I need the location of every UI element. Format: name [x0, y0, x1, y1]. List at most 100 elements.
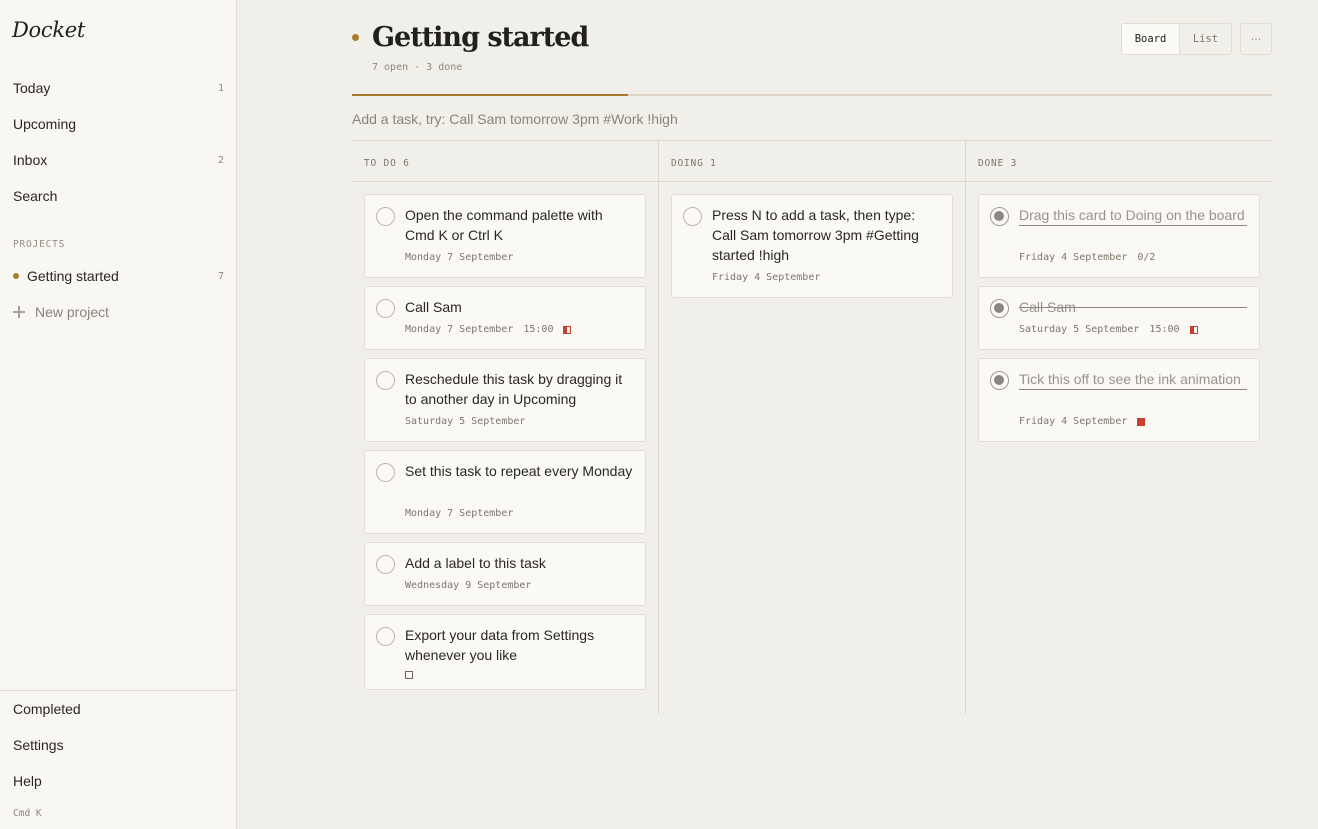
nav-item-search[interactable]: Search: [0, 181, 236, 211]
task-date: Saturday 5 September: [405, 416, 526, 427]
task-meta: Friday 4 September: [712, 272, 820, 283]
task-card[interactable]: Add a label to this task Wednesday 9 Sep…: [364, 542, 646, 606]
priority-high-icon: [1137, 417, 1146, 426]
task-title: Tick this off to see the ink animation: [1019, 371, 1241, 387]
task-checkbox[interactable]: [683, 207, 702, 226]
add-task-input[interactable]: [352, 108, 1272, 130]
task-title: Drag this card to Doing on the board: [1019, 207, 1245, 223]
nav-item-label: Upcoming: [13, 116, 77, 132]
task-date: Friday 4 September: [1019, 416, 1128, 427]
task-card[interactable]: Reschedule this task by dragging it to a…: [364, 358, 646, 442]
nav-item-today[interactable]: Today 1: [0, 73, 236, 103]
task-date: Monday 7 September: [405, 324, 514, 335]
task-checkbox[interactable]: [376, 371, 395, 390]
nav-item-label: Settings: [13, 737, 64, 753]
task-date: Friday 4 September: [1019, 252, 1128, 263]
task-checkbox-checked[interactable]: [990, 207, 1009, 226]
task-title: Reschedule this task by dragging it to a…: [405, 371, 623, 407]
task-title: Call Sam: [405, 299, 462, 315]
task-date: Saturday 5 September: [1019, 324, 1140, 335]
task-card-done[interactable]: Tick this off to see the ink animation F…: [978, 358, 1260, 442]
new-project-button[interactable]: New project: [0, 297, 236, 327]
task-checkbox[interactable]: [376, 555, 395, 574]
nav-item-help[interactable]: Help: [0, 766, 236, 796]
column-header-doing: DOING 1: [671, 158, 717, 169]
task-card[interactable]: Set this task to repeat every Monday Mon…: [364, 450, 646, 534]
task-card[interactable]: Press N to add a task, then type: Call S…: [671, 194, 953, 298]
task-meta: Wednesday 9 September: [405, 580, 531, 591]
task-card-done[interactable]: Call Sam Saturday 5 September 15:00: [978, 286, 1260, 350]
sidebar: Docket Today 1 Upcoming Inbox 2 Search P…: [0, 0, 237, 829]
task-date: Wednesday 9 September: [405, 580, 532, 591]
completed-strike-line: [1019, 307, 1247, 308]
project-count: 7: [217, 270, 224, 282]
nav-item-count: 1: [217, 82, 224, 94]
nav-item-label: Search: [13, 188, 58, 204]
task-title: Add a label to this task: [405, 555, 546, 571]
task-meta: Saturday 5 September: [405, 416, 525, 427]
task-meta: Friday 4 September: [1019, 416, 1146, 427]
task-title: Press N to add a task, then type: Call S…: [712, 207, 919, 263]
task-meta: Monday 7 September: [405, 508, 513, 519]
task-title: Open the command palette with Cmd K or C…: [405, 207, 603, 243]
nav-item-label: Inbox: [13, 152, 48, 168]
plus-icon: [13, 306, 25, 318]
task-checkbox-checked[interactable]: [990, 371, 1009, 390]
project-item-getting-started[interactable]: Getting started 7: [0, 261, 236, 291]
column-header-todo: TO DO 6: [364, 158, 410, 169]
completed-strike-line: [1019, 225, 1247, 226]
priority-medium-icon: [563, 325, 572, 334]
nav-item-inbox[interactable]: Inbox 2: [0, 145, 236, 175]
nav-item-count: 2: [217, 154, 224, 166]
column-header-line: [352, 181, 1272, 182]
task-time: 15:00: [1149, 324, 1180, 335]
board-view-button[interactable]: Board: [1122, 24, 1180, 54]
task-checkbox-checked[interactable]: [990, 299, 1009, 318]
task-title: Export your data from Settings whenever …: [405, 627, 595, 663]
task-date: Monday 7 September: [405, 252, 514, 263]
task-title: Set this task to repeat every Monday: [405, 463, 633, 479]
task-meta: Saturday 5 September 15:00: [1019, 324, 1198, 335]
page-title: Getting started: [372, 22, 589, 53]
nav-item-upcoming[interactable]: Upcoming: [0, 109, 236, 139]
projects-section-label: PROJECTS: [13, 239, 66, 250]
nav-item-settings[interactable]: Settings: [0, 730, 236, 760]
app-logo: Docket: [12, 18, 86, 42]
task-date: Monday 7 September: [405, 508, 514, 519]
nav-item-completed[interactable]: Completed: [0, 694, 236, 724]
task-card[interactable]: Call Sam Monday 7 September 15:00: [364, 286, 646, 350]
column-divider: [965, 141, 966, 714]
new-project-label: New project: [35, 304, 109, 320]
task-checkbox[interactable]: [376, 207, 395, 226]
priority-medium-icon: [1189, 325, 1198, 334]
task-checkbox[interactable]: [376, 627, 395, 646]
project-color-dot: [352, 34, 359, 41]
task-time: 15:00: [523, 324, 554, 335]
task-card-done[interactable]: Drag this card to Doing on the board Fri…: [978, 194, 1260, 278]
subtask-count: 0/2: [1137, 252, 1156, 263]
task-card[interactable]: Export your data from Settings whenever …: [364, 614, 646, 690]
task-checkbox[interactable]: [376, 463, 395, 482]
task-date: Friday 4 September: [712, 272, 821, 283]
completed-strike-line: [1019, 389, 1247, 390]
project-color-dot: [13, 273, 19, 279]
task-meta: Monday 7 September 15:00: [405, 324, 572, 335]
column-divider: [658, 141, 659, 714]
task-checkbox[interactable]: [376, 299, 395, 318]
task-card[interactable]: Open the command palette with Cmd K or C…: [364, 194, 646, 278]
nav-item-label: Today: [13, 80, 51, 96]
task-meta: [405, 671, 413, 679]
task-stats: 7 open · 3 done: [372, 62, 463, 73]
priority-none-icon: [405, 671, 413, 679]
column-header-done: DONE 3: [978, 158, 1018, 169]
project-label: Getting started: [27, 268, 119, 284]
nav-item-label: Help: [13, 773, 42, 789]
view-toggle: Board List: [1121, 23, 1232, 55]
progress-fill: [352, 94, 628, 96]
more-options-button[interactable]: ···: [1240, 23, 1272, 55]
list-view-button[interactable]: List: [1180, 24, 1231, 54]
task-meta: Friday 4 September 0/2: [1019, 252, 1155, 263]
command-palette-shortcut[interactable]: Cmd K: [13, 808, 42, 819]
sidebar-divider: [0, 690, 236, 691]
progress-bar: [352, 94, 1272, 96]
